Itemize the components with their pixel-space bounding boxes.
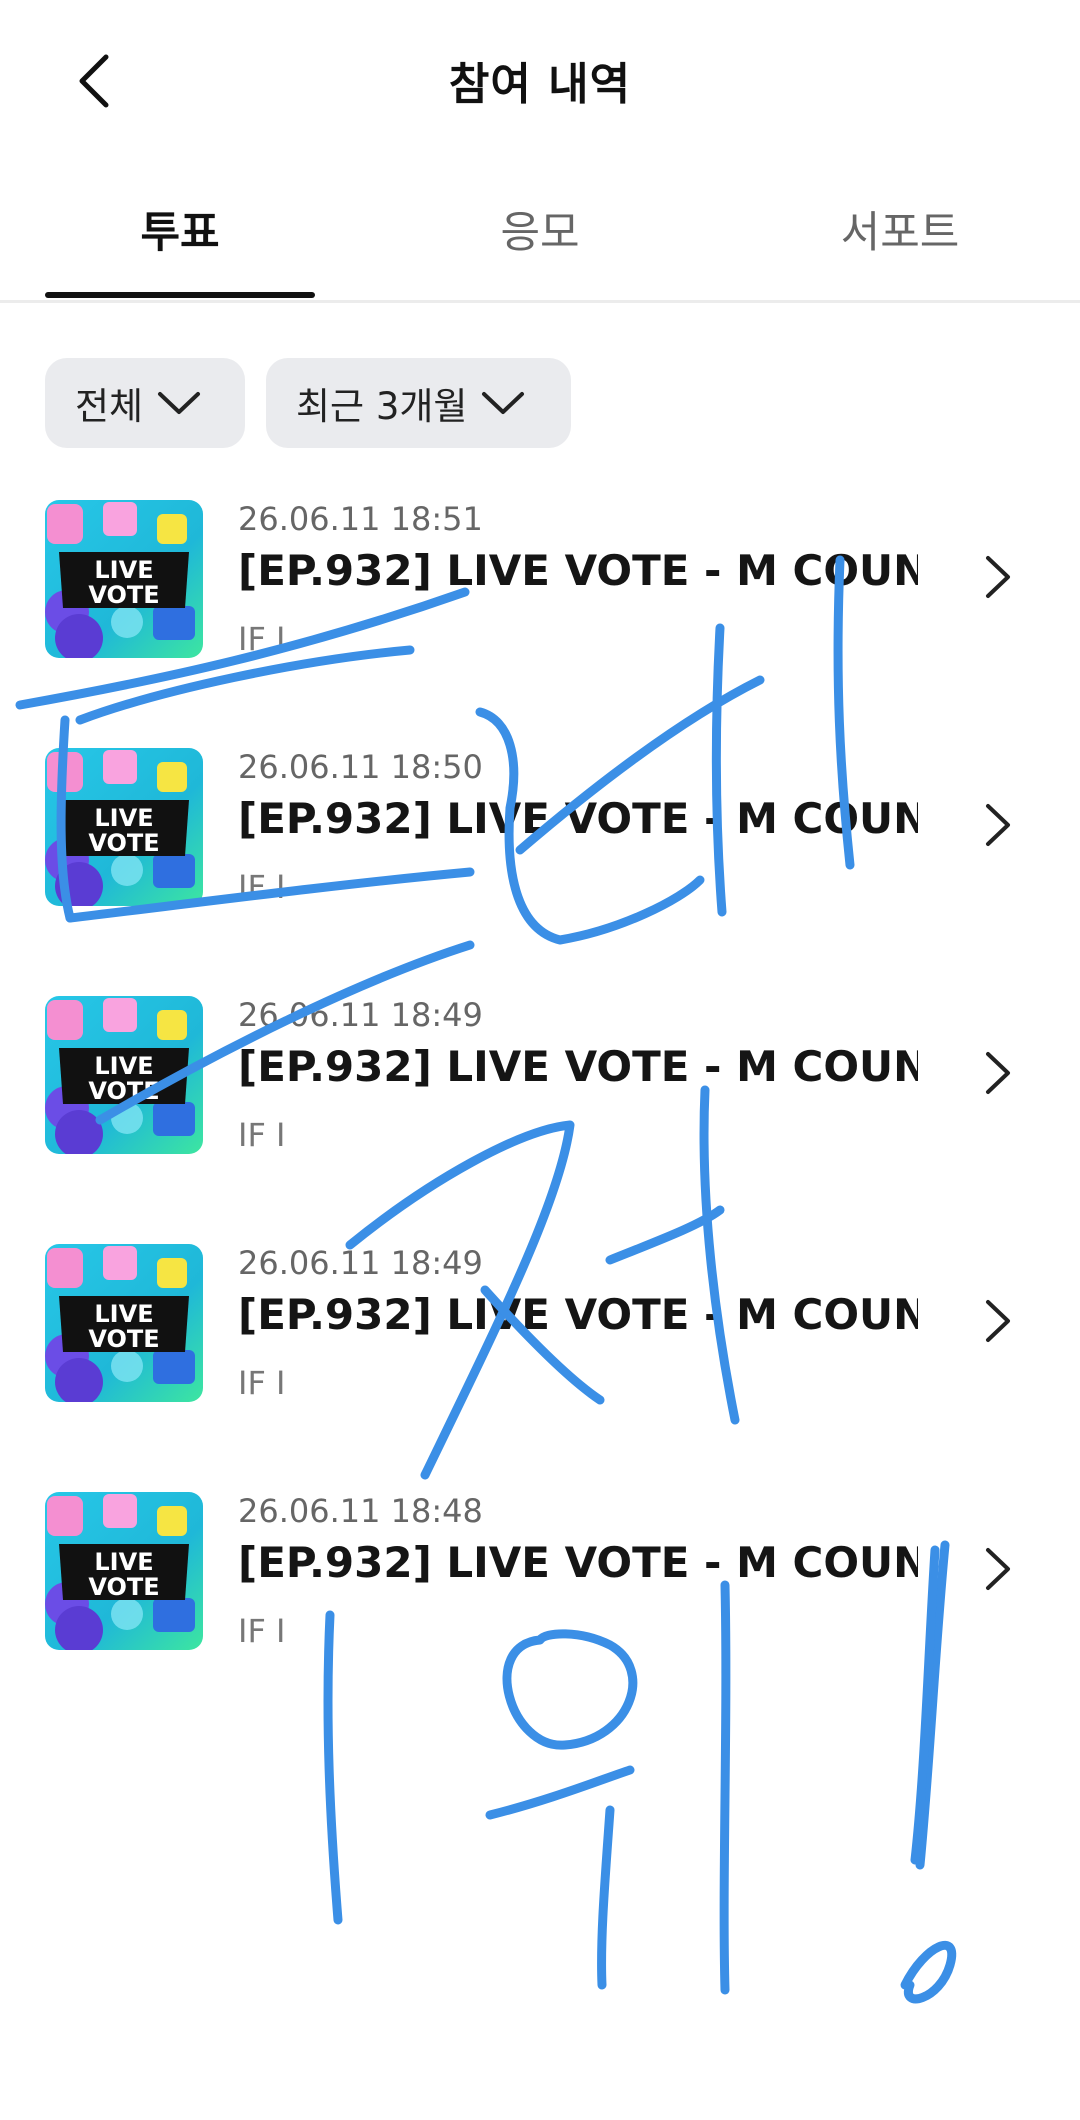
svg-text:LIVE: LIVE xyxy=(94,804,153,832)
list-item[interactable]: LIVE VOTE 26.06.11 18:49 [EP.932] LIVE V… xyxy=(0,996,1080,1176)
item-title: [EP.932] LIVE VOTE - M COUN... xyxy=(238,794,918,843)
chevron-right-icon xyxy=(986,1548,1010,1590)
tab-vote[interactable]: 투표 xyxy=(45,198,315,260)
period-filter-label: 최근 3개월 xyxy=(296,385,468,428)
chevron-down-icon xyxy=(158,392,201,414)
item-title: [EP.932] LIVE VOTE - M COUN... xyxy=(238,546,918,595)
item-title: [EP.932] LIVE VOTE - M COUN... xyxy=(238,1290,918,1339)
svg-text:VOTE: VOTE xyxy=(88,1077,159,1105)
list-item[interactable]: LIVE VOTE 26.06.11 18:51 [EP.932] LIVE V… xyxy=(0,500,1080,680)
svg-text:LIVE: LIVE xyxy=(94,1300,153,1328)
category-filter-label: 전체 xyxy=(75,385,144,428)
chevron-right-icon xyxy=(986,804,1010,846)
item-title: [EP.932] LIVE VOTE - M COUN... xyxy=(238,1538,918,1587)
svg-text:LIVE: LIVE xyxy=(94,1548,153,1576)
item-subtitle: IF I xyxy=(238,1612,286,1650)
active-tab-indicator xyxy=(45,292,315,298)
vote-thumbnail: LIVE VOTE xyxy=(45,1244,203,1402)
list-item[interactable]: LIVE VOTE 26.06.11 18:49 [EP.932] LIVE V… xyxy=(0,1244,1080,1424)
tab-bar: 투표 응모 서포트 xyxy=(0,180,1080,303)
list-item[interactable]: LIVE VOTE 26.06.11 18:48 [EP.932] LIVE V… xyxy=(0,1492,1080,1672)
chevron-down-icon xyxy=(482,392,525,414)
vote-thumbnail: LIVE VOTE xyxy=(45,996,203,1154)
tab-support[interactable]: 서포트 xyxy=(765,198,1035,260)
chevron-right-icon xyxy=(986,1052,1010,1094)
item-date: 26.06.11 18:49 xyxy=(238,1244,483,1282)
svg-text:VOTE: VOTE xyxy=(88,829,159,857)
vote-thumbnail: LIVE VOTE xyxy=(45,748,203,906)
chevron-right-icon xyxy=(986,556,1010,598)
header-bar: 참여 내역 xyxy=(0,0,1080,160)
item-subtitle: IF I xyxy=(238,620,286,658)
item-date: 26.06.11 18:48 xyxy=(238,1492,483,1530)
svg-text:VOTE: VOTE xyxy=(88,581,159,609)
vote-thumbnail: LIVE VOTE xyxy=(45,500,203,658)
item-subtitle: IF I xyxy=(238,1116,286,1154)
tab-entry[interactable]: 응모 xyxy=(405,198,675,260)
vote-thumbnail: LIVE VOTE xyxy=(45,1492,203,1650)
svg-text:LIVE: LIVE xyxy=(94,1052,153,1080)
svg-text:VOTE: VOTE xyxy=(88,1573,159,1601)
item-date: 26.06.11 18:51 xyxy=(238,500,483,538)
item-title: [EP.932] LIVE VOTE - M COUN... xyxy=(238,1042,918,1091)
chevron-right-icon xyxy=(986,1300,1010,1342)
period-filter-dropdown[interactable]: 최근 3개월 xyxy=(266,358,571,448)
category-filter-dropdown[interactable]: 전체 xyxy=(45,358,245,448)
page-title: 참여 내역 xyxy=(448,59,632,110)
list-item[interactable]: LIVE VOTE 26.06.11 18:50 [EP.932] LIVE V… xyxy=(0,748,1080,928)
item-subtitle: IF I xyxy=(238,868,286,906)
svg-text:LIVE: LIVE xyxy=(94,556,153,584)
item-date: 26.06.11 18:50 xyxy=(238,748,483,786)
svg-text:VOTE: VOTE xyxy=(88,1325,159,1353)
item-date: 26.06.11 18:49 xyxy=(238,996,483,1034)
item-subtitle: IF I xyxy=(238,1364,286,1402)
